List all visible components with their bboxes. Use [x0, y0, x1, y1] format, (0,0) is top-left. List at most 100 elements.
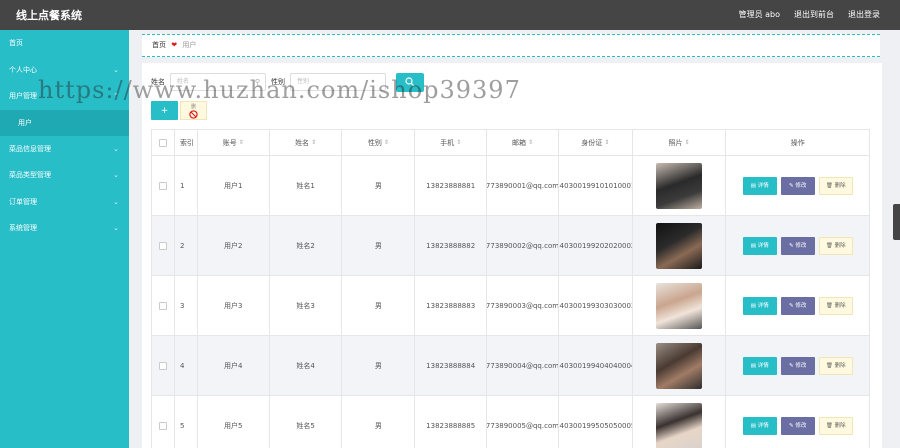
- cell-index: 2: [175, 216, 198, 275]
- admin-user-link[interactable]: 管理员 abo: [739, 9, 780, 20]
- cell-account: 用户5: [198, 396, 270, 448]
- row-checkbox[interactable]: [158, 181, 167, 190]
- row-checkbox[interactable]: [158, 421, 167, 430]
- cell-account: 用户1: [198, 156, 270, 215]
- file-icon: ▤: [750, 302, 756, 309]
- header-label: 手机: [440, 138, 455, 147]
- file-icon: ▤: [750, 422, 756, 429]
- detail-button[interactable]: ▤ 详情: [742, 176, 777, 195]
- table-row: 1 用户1 姓名1 男 13823888881 773890001@qq.com…: [152, 156, 869, 216]
- cell-email: 773890004@qq.com: [487, 336, 559, 395]
- sidebar-item-home[interactable]: 首页: [0, 30, 129, 57]
- user-table: 索引 账号 ⇕ 姓名 ⇕ 性别 ⇕ 手机 ⇕ 邮箱 ⇕ 身份证 ⇕ 照片 ⇕ 操作 1 用户1…: [151, 129, 870, 448]
- cell-name: 姓名1: [270, 156, 343, 215]
- sidebar-item-label: 用户管理: [9, 92, 37, 100]
- header-name[interactable]: 姓名 ⇕: [270, 130, 343, 155]
- edit-label: 修改: [795, 422, 807, 429]
- content-panel: 姓名 姓名 ⚲ 性别 性别 + 删 索引 账号 ⇕ 姓名 ⇕ 性别 ⇕ 手机 ⇕…: [142, 63, 882, 448]
- header-idcard[interactable]: 身份证 ⇕: [559, 130, 633, 155]
- header-index: 索引: [175, 130, 198, 155]
- trash-icon: 🗑: [825, 182, 833, 189]
- cell-name: 姓名2: [270, 216, 343, 275]
- breadcrumb-current: 用户: [182, 41, 197, 49]
- row-checkbox-cell: [152, 276, 175, 335]
- detail-button[interactable]: ▤ 详情: [742, 356, 777, 375]
- delete-button[interactable]: 🗑 删除: [818, 236, 853, 255]
- delete-button[interactable]: 🗑 删除: [818, 416, 853, 435]
- detail-button[interactable]: ▤ 详情: [742, 296, 777, 315]
- header-label: 身份证: [581, 138, 603, 147]
- file-icon: ▤: [750, 182, 756, 189]
- header-label: 照片: [668, 138, 683, 147]
- breadcrumb-home[interactable]: 首页: [152, 41, 166, 49]
- select-all-checkbox[interactable]: [158, 138, 167, 147]
- cell-idcard: 440300199101010001: [559, 156, 633, 215]
- header-phone[interactable]: 手机 ⇕: [415, 130, 488, 155]
- user-photo: [656, 282, 703, 329]
- cell-index: 5: [175, 396, 198, 448]
- top-bar: 线上点餐系统 管理员 abo 退出到前台 退出登录: [0, 0, 900, 30]
- detail-button[interactable]: ▤ 详情: [742, 416, 777, 435]
- detail-label: 详情: [757, 182, 769, 189]
- edit-button[interactable]: ✎ 修改: [780, 296, 815, 315]
- sidebar-item-label: 菜品类型管理: [9, 171, 51, 179]
- edit-button[interactable]: ✎ 修改: [780, 236, 815, 255]
- table-header: 索引 账号 ⇕ 姓名 ⇕ 性别 ⇕ 手机 ⇕ 邮箱 ⇕ 身份证 ⇕ 照片 ⇕ 操作: [152, 130, 869, 156]
- header-account[interactable]: 账号 ⇕: [198, 130, 270, 155]
- cell-photo: [633, 276, 727, 335]
- sort-icon: ⇕: [311, 138, 317, 146]
- sidebar-item-label: 首页: [9, 39, 23, 47]
- cell-phone: 13823888883: [415, 276, 488, 335]
- trash-icon: 🗑: [825, 242, 833, 249]
- file-icon: ▤: [750, 242, 756, 249]
- header-label: 姓名: [295, 138, 310, 147]
- cell-name: 姓名3: [270, 276, 343, 335]
- edit-button[interactable]: ✎ 修改: [780, 416, 815, 435]
- delete-button[interactable]: 🗑 删除: [818, 176, 853, 195]
- chevron-down-icon: ⌄: [113, 224, 119, 232]
- delete-label: 删除: [834, 182, 846, 189]
- cell-photo: [633, 156, 727, 215]
- header-email[interactable]: 邮箱 ⇕: [487, 130, 559, 155]
- row-checkbox[interactable]: [158, 361, 167, 370]
- sidebar-subitem-user[interactable]: 用户: [0, 109, 129, 136]
- detail-label: 详情: [757, 242, 769, 249]
- exit-to-frontend-link[interactable]: 退出到前台: [794, 9, 834, 20]
- cell-email: 773890005@qq.com: [487, 396, 559, 448]
- side-handle[interactable]: [893, 204, 900, 240]
- sidebar-item-system[interactable]: 系统管理 ⌄: [0, 215, 129, 242]
- sidebar-item-dish-type[interactable]: 菜品类型管理 ⌄: [0, 162, 129, 189]
- header-sex[interactable]: 性别 ⇕: [342, 130, 416, 155]
- chevron-down-icon: ⌄: [113, 144, 119, 153]
- row-checkbox[interactable]: [158, 301, 167, 310]
- pencil-icon: ✎: [789, 422, 794, 429]
- header-photo[interactable]: 照片 ⇕: [633, 130, 727, 155]
- top-nav: 管理员 abo 退出到前台 退出登录: [739, 9, 880, 20]
- sidebar-item-label: 系统管理: [9, 224, 37, 232]
- edit-label: 修改: [795, 362, 807, 369]
- edit-label: 修改: [795, 302, 807, 309]
- sidebar-item-dish-info[interactable]: 菜品信息管理 ⌄: [0, 136, 129, 163]
- trash-icon: 🗑: [825, 422, 833, 429]
- table-row: 3 用户3 姓名3 男 13823888883 773890003@qq.com…: [152, 276, 869, 336]
- chevron-down-icon: ⌄: [113, 197, 119, 206]
- logout-link[interactable]: 退出登录: [848, 9, 880, 20]
- cell-idcard: 440300199202020002: [559, 216, 633, 275]
- detail-label: 详情: [757, 362, 769, 369]
- delete-label: 删除: [834, 302, 846, 309]
- header-label: 邮箱: [511, 138, 526, 147]
- row-checkbox-cell: [152, 336, 175, 395]
- edit-button[interactable]: ✎ 修改: [780, 176, 815, 195]
- pencil-icon: ✎: [789, 242, 794, 249]
- user-photo: [656, 402, 703, 448]
- row-checkbox[interactable]: [158, 241, 167, 250]
- detail-label: 详情: [757, 302, 769, 309]
- sidebar-item-orders[interactable]: 订单管理 ⌄: [0, 189, 129, 216]
- delete-button[interactable]: 🗑 删除: [818, 296, 853, 315]
- detail-button[interactable]: ▤ 详情: [742, 236, 777, 255]
- heart-icon: ❤: [171, 41, 178, 49]
- sidebar-item-label: 菜品信息管理: [9, 144, 51, 153]
- delete-button[interactable]: 🗑 删除: [818, 356, 853, 375]
- edit-button[interactable]: ✎ 修改: [780, 356, 815, 375]
- cell-operations: ▤ 详情 ✎ 修改 🗑 删除: [726, 336, 869, 395]
